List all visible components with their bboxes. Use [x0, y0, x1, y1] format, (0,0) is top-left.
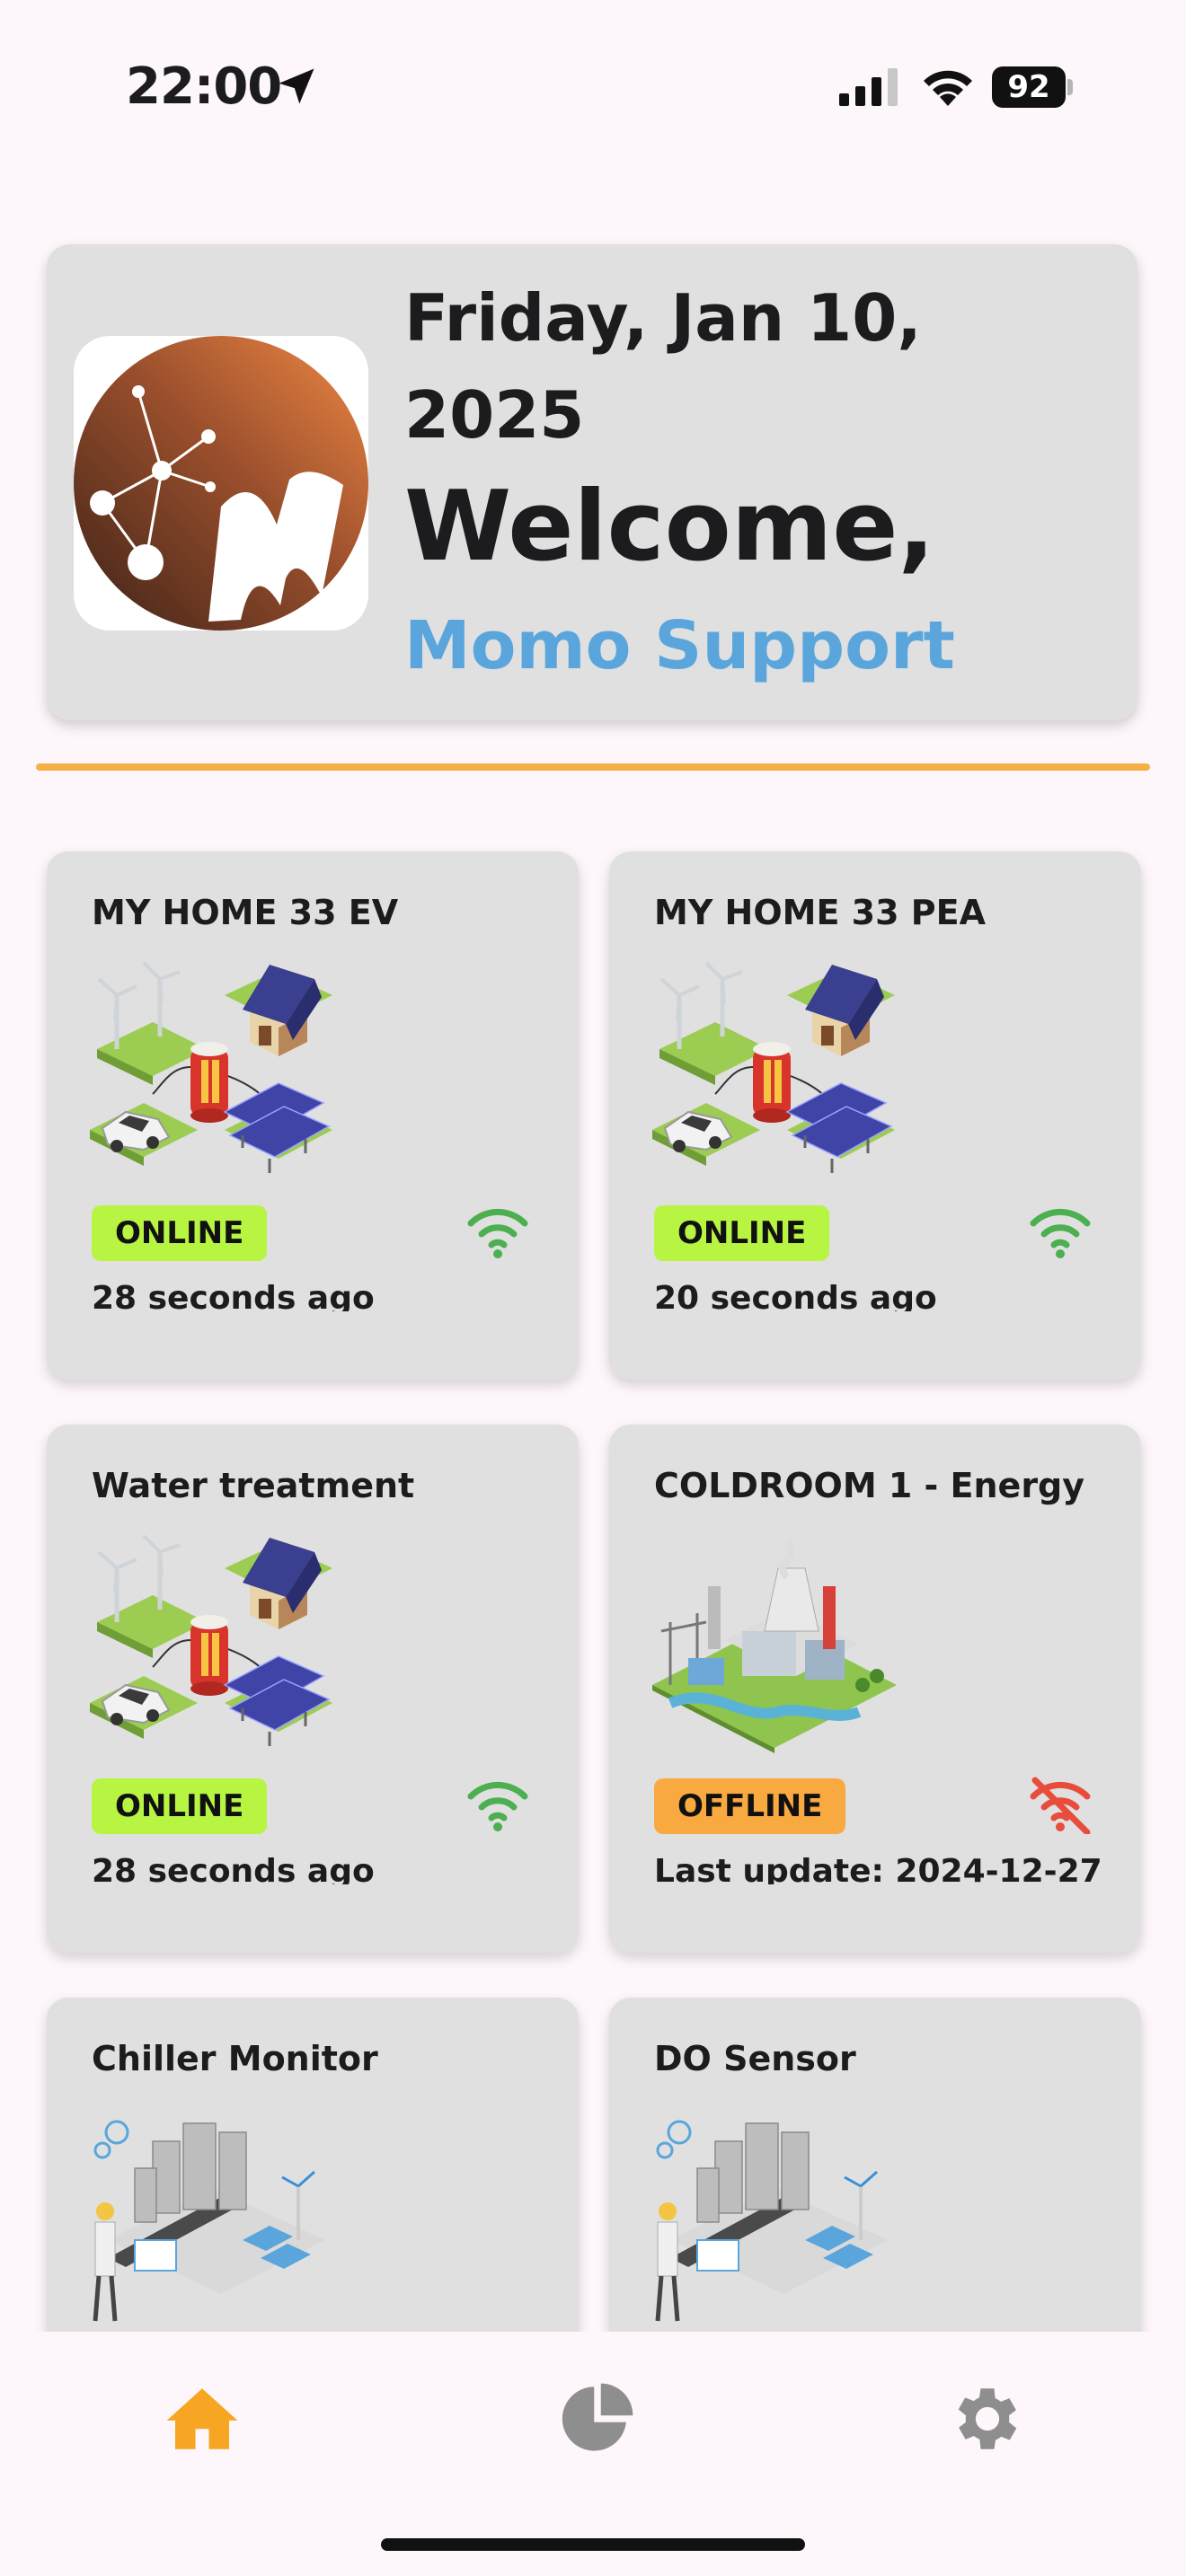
status-badge: ONLINE [92, 1778, 268, 1834]
home-icon[interactable] [162, 2378, 243, 2459]
user-name: Momo Support [404, 607, 955, 684]
status-badge: ONLINE [92, 1205, 268, 1261]
wifi-off-icon [1030, 1777, 1091, 1834]
welcome-heading: Welcome, [404, 471, 935, 583]
last-updated: 28 seconds ago [92, 1280, 375, 1311]
device-name: DO Sensor [654, 2039, 856, 2078]
wifi-icon [924, 70, 972, 106]
device-name: MY HOME 33 EV [92, 893, 399, 932]
device-name: COLDROOM 1 - Energy [654, 1466, 1085, 1505]
section-divider [36, 763, 1150, 771]
home-indicator[interactable] [381, 2538, 805, 2551]
energy-home-illustration [90, 1532, 334, 1753]
smart-city-illustration [652, 2105, 897, 2326]
app-logo [74, 336, 368, 631]
wifi-connected-icon [1030, 1208, 1091, 1258]
location-arrow-icon [279, 68, 314, 104]
device-card[interactable]: COLDROOM 1 - Energy OFFLINE Last update:… [609, 1425, 1141, 1953]
battery-level: 92 [992, 66, 1066, 108]
device-name: Chiller Monitor [92, 2039, 378, 2078]
device-card[interactable]: MY HOME 33 EV ONLINE 28 seconds ago [47, 851, 579, 1380]
status-badge: OFFLINE [654, 1778, 846, 1834]
factory-illustration [652, 1532, 897, 1753]
battery-icon: 92 [992, 66, 1073, 108]
device-name: MY HOME 33 PEA [654, 893, 986, 932]
smart-city-illustration [90, 2105, 334, 2326]
last-updated: 28 seconds ago [92, 1853, 375, 1884]
gear-icon[interactable] [947, 2378, 1028, 2459]
device-name: Water treatment [92, 1466, 415, 1505]
last-updated: Last update: 2024-12-27 [654, 1853, 1102, 1884]
last-updated: 20 seconds ago [654, 1280, 937, 1311]
energy-home-illustration [652, 959, 897, 1180]
status-time: 22:00 [126, 57, 282, 116]
current-date: Friday, Jan 10, 2025 [404, 280, 922, 453]
device-card[interactable]: Water treatment ONLINE 28 seconds ago [47, 1425, 579, 1953]
status-badge: ONLINE [654, 1205, 830, 1261]
wifi-connected-icon [467, 1208, 528, 1258]
status-bar: 22:00 92 [0, 0, 1186, 171]
energy-home-illustration [90, 959, 334, 1180]
cellular-signal-icon [839, 68, 898, 106]
wifi-connected-icon [467, 1781, 528, 1831]
pie-chart-icon[interactable] [557, 2378, 638, 2459]
device-card[interactable]: MY HOME 33 PEA ONLINE 20 seconds ago [609, 851, 1141, 1380]
